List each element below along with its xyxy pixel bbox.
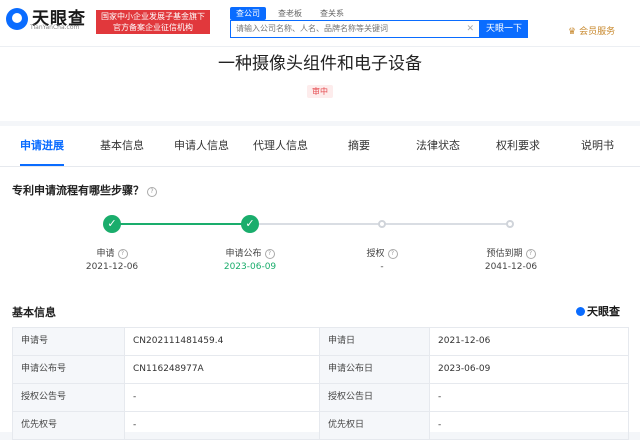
- status-badge: 审中: [307, 85, 333, 98]
- table-key: 申请公布日: [320, 356, 430, 384]
- search-button[interactable]: 天眼一下: [480, 20, 528, 38]
- table-key: 申请号: [13, 328, 125, 356]
- table-value: -: [125, 412, 320, 440]
- section-tabs: 申请进展 基本信息 申请人信息 代理人信息 摘要 法律状态 权利要求 说明书: [0, 126, 640, 167]
- logo-eye-icon: [6, 8, 28, 30]
- brand-logo: 天眼查: [576, 303, 620, 319]
- table-value: CN116248977A: [125, 356, 320, 384]
- patent-title-card: 一种摄像头组件和电子设备 审中: [0, 46, 640, 121]
- table-row: 申请公布号 CN116248977A 申请公布日 2023-06-09: [13, 356, 629, 384]
- search-tab-boss[interactable]: 查老板: [272, 7, 308, 20]
- step-date: -: [380, 262, 384, 272]
- process-heading-text: 专利申请流程有哪些步骤？: [12, 184, 144, 197]
- table-value: -: [430, 384, 629, 412]
- step-label: 申请公布?: [200, 246, 300, 259]
- tab-legal-status[interactable]: 法律状态: [416, 126, 460, 166]
- page-title: 一种摄像头组件和电子设备: [218, 54, 422, 74]
- step-publish-check-icon: ✓: [241, 215, 259, 233]
- vip-service-link[interactable]: ♛ 会员服务: [568, 24, 615, 37]
- help-icon[interactable]: ?: [525, 249, 536, 259]
- step-apply-check-icon: ✓: [103, 215, 121, 233]
- step-label: 预估到期?: [461, 246, 561, 259]
- table-row: 优先权号 - 优先权日 -: [13, 412, 629, 440]
- tab-agent-info[interactable]: 代理人信息: [253, 126, 308, 166]
- table-key: 申请日: [320, 328, 430, 356]
- step-date: 2023-06-09: [223, 262, 277, 272]
- table-value: -: [125, 384, 320, 412]
- tab-claims[interactable]: 权利要求: [496, 126, 540, 166]
- table-key: 授权公告日: [320, 384, 430, 412]
- step-expiry-dot: [506, 220, 514, 228]
- table-key: 申请公布号: [13, 356, 125, 384]
- help-icon[interactable]: ?: [147, 187, 157, 197]
- step-label: 申请?: [62, 246, 162, 259]
- crown-icon: ♛: [568, 27, 577, 37]
- table-value: 2021-12-06: [430, 328, 629, 356]
- step-label: 授权?: [332, 246, 432, 259]
- progress-track-done: [112, 223, 250, 225]
- table-key: 优先权号: [13, 412, 125, 440]
- help-icon[interactable]: ?: [387, 249, 398, 259]
- search-tab-company[interactable]: 查公司: [230, 7, 266, 20]
- basic-info-table: 申请号 CN202111481459.4 申请日 2021-12-06 申请公布…: [12, 327, 629, 440]
- table-key: 优先权日: [320, 412, 430, 440]
- table-key: 授权公告号: [13, 384, 125, 412]
- help-icon[interactable]: ?: [264, 249, 275, 259]
- logo-eye-icon: [576, 307, 585, 316]
- search-tab-relation[interactable]: 查关系: [314, 7, 350, 20]
- top-header: 天眼查 TianYanCha.com 国家中小企业发展子基金旗下 官方备案企业征…: [0, 0, 640, 46]
- search-box: ✕: [230, 20, 480, 38]
- table-row: 授权公告号 - 授权公告日 -: [13, 384, 629, 412]
- tab-applicant-info[interactable]: 申请人信息: [174, 126, 229, 166]
- basic-info-heading: 基本信息: [12, 306, 56, 319]
- search-type-tabs: 查公司 查老板 查关系: [230, 7, 356, 20]
- vip-label: 会员服务: [579, 27, 616, 37]
- tab-description[interactable]: 说明书: [581, 126, 614, 166]
- promo-line-1: 国家中小企业发展子基金旗下: [101, 12, 205, 21]
- search-input[interactable]: [236, 24, 462, 33]
- table-value: 2023-06-09: [430, 356, 629, 384]
- help-icon[interactable]: ?: [117, 249, 128, 259]
- step-date: 2021-12-06: [85, 262, 139, 272]
- tab-application-progress[interactable]: 申请进展: [20, 126, 64, 166]
- step-grant-dot: [378, 220, 386, 228]
- promo-line-2: 官方备案企业征信机构: [113, 23, 193, 32]
- table-value: CN202111481459.4: [125, 328, 320, 356]
- table-value: -: [430, 412, 629, 440]
- tab-abstract[interactable]: 摘要: [348, 126, 370, 166]
- clear-icon[interactable]: ✕: [466, 21, 474, 37]
- step-date: 2041-12-06: [484, 262, 538, 272]
- logo-subtitle: TianYanCha.com: [30, 24, 80, 31]
- main-content: 专利申请流程有哪些步骤？? ✓ ✓ 申请? 申请公布? 授权? 预估到期? 20…: [0, 167, 640, 440]
- table-row: 申请号 CN202111481459.4 申请日 2021-12-06: [13, 328, 629, 356]
- promo-banner[interactable]: 国家中小企业发展子基金旗下 官方备案企业征信机构: [96, 10, 210, 34]
- tab-basic-info[interactable]: 基本信息: [100, 126, 144, 166]
- process-heading: 专利申请流程有哪些步骤？?: [12, 182, 157, 198]
